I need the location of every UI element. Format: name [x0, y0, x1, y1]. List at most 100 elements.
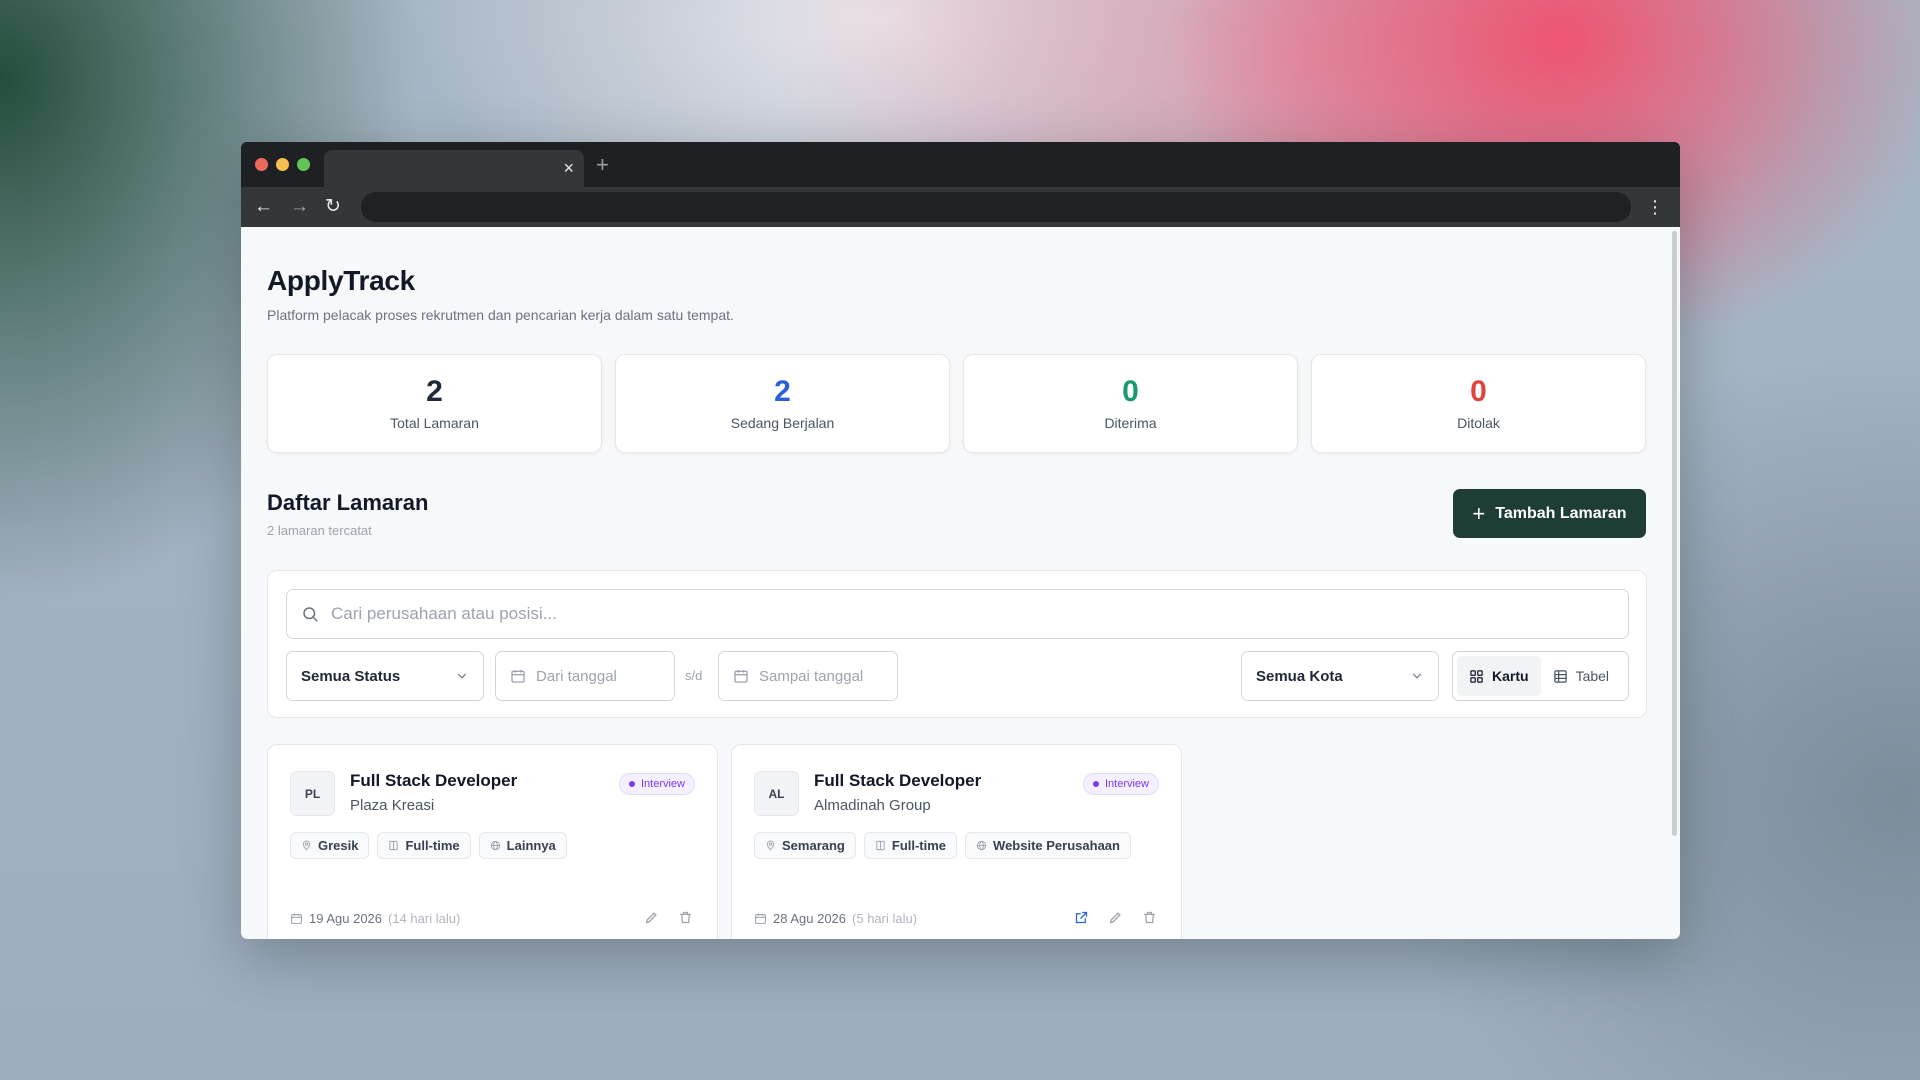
view-table-button[interactable]: Tabel	[1541, 656, 1621, 696]
calendar-icon	[291, 913, 302, 924]
plus-icon: +	[1472, 500, 1486, 526]
stat-card-rejected: 0 Ditolak	[1311, 354, 1646, 453]
date-range-separator: s/d	[685, 668, 703, 683]
edit-icon[interactable]	[1105, 907, 1125, 927]
application-card[interactable]: PL Full Stack Developer Plaza Kreasi Int…	[267, 744, 718, 939]
stat-label: Sedang Berjalan	[730, 415, 835, 431]
city-select[interactable]: Semua Kota	[1241, 651, 1439, 701]
date-relative: (14 hari lalu)	[388, 911, 461, 926]
tag-label: Website Perusahaan	[993, 838, 1120, 853]
status-dot-icon	[1092, 781, 1099, 787]
grid-icon	[1470, 669, 1483, 683]
tab-close-icon[interactable]: ×	[563, 158, 574, 178]
tag-location: Gresik	[290, 832, 370, 859]
calendar-icon	[755, 913, 766, 924]
company-name: Plaza Kreasi	[350, 797, 435, 814]
company-avatar: AL	[754, 771, 799, 816]
stat-label: Ditolak	[1457, 415, 1500, 431]
application-card[interactable]: AL Full Stack Developer Almadinah Group …	[731, 744, 1182, 939]
edit-icon[interactable]	[641, 907, 661, 927]
status-select[interactable]: Semua Status	[286, 651, 484, 701]
browser-toolbar: ← → ↻ ⋮	[241, 187, 1680, 227]
page-scrollbar[interactable]	[1672, 231, 1677, 836]
status-label: Interview	[1104, 778, 1149, 790]
reload-icon[interactable]: ↻	[325, 196, 341, 218]
tag-label: Semarang	[782, 838, 845, 853]
job-title: Full Stack Developer	[814, 771, 982, 790]
tag-label: Full-time	[891, 838, 947, 853]
status-label: Interview	[640, 778, 685, 790]
page-content: ApplyTrack Platform pelacak proses rekru…	[241, 227, 1680, 939]
date-value: 28 Agu 2026	[773, 911, 847, 926]
calendar-icon	[511, 670, 525, 683]
globe-icon	[490, 840, 500, 851]
company-avatar: PL	[290, 771, 335, 816]
view-table-label: Tabel	[1575, 668, 1610, 684]
new-tab-icon[interactable]: +	[596, 154, 609, 176]
browser-titlebar: × +	[241, 142, 1680, 187]
stat-card-in-progress: 2 Sedang Berjalan	[615, 354, 950, 453]
status-badge: Interview	[1082, 773, 1159, 795]
search-input[interactable]: Cari perusahaan atau posisi...	[286, 589, 1629, 639]
stat-value: 2	[774, 375, 791, 408]
tag-label: Lainnya	[506, 838, 556, 853]
tag-employment-type: Full-time	[863, 832, 958, 859]
trash-icon[interactable]	[675, 907, 695, 927]
tag-label: Full-time	[405, 838, 460, 853]
to-date-input[interactable]: Sampai tanggal	[718, 651, 898, 701]
globe-icon	[976, 840, 987, 851]
window-close-button[interactable]	[255, 158, 268, 171]
stat-value: 2	[426, 375, 443, 408]
stat-value: 0	[1470, 375, 1487, 408]
app-title: ApplyTrack	[267, 265, 415, 296]
to-date-placeholder: Sampai tanggal	[759, 667, 864, 685]
city-select-value: Semua Kota	[1256, 667, 1343, 685]
stat-label: Total Lamaran	[390, 415, 479, 431]
from-date-placeholder: Dari tanggal	[536, 667, 617, 685]
browser-tab[interactable]: ×	[324, 150, 584, 187]
filter-panel: Cari perusahaan atau posisi... Semua Sta…	[267, 570, 1647, 718]
tag-source: Lainnya	[478, 832, 567, 859]
browser-window: × + ← → ↻ ⋮ ApplyTrack Platform pelacak …	[241, 142, 1680, 939]
view-toggle: Kartu Tabel	[1452, 651, 1629, 701]
tag-label: Gresik	[318, 838, 359, 853]
tag-location: Semarang	[754, 832, 856, 859]
window-maximize-button[interactable]	[297, 158, 310, 171]
stat-card-accepted: 0 Diterima	[963, 354, 1298, 453]
table-icon	[1553, 669, 1567, 683]
chevron-down-icon	[1412, 673, 1422, 679]
view-card-label: Kartu	[1492, 668, 1529, 684]
from-date-input[interactable]: Dari tanggal	[495, 651, 675, 701]
search-placeholder: Cari perusahaan atau posisi...	[331, 604, 557, 623]
browser-menu-icon[interactable]: ⋮	[1646, 196, 1664, 218]
app-subtitle: Platform pelacak proses rekrutmen dan pe…	[267, 307, 734, 323]
forward-arrow-icon[interactable]: →	[290, 196, 309, 218]
address-bar[interactable]	[361, 192, 1631, 222]
date-relative: (5 hari lalu)	[852, 911, 918, 926]
card-actions	[641, 907, 695, 927]
chevron-down-icon	[457, 673, 467, 679]
calendar-icon	[734, 670, 748, 683]
external-link-icon[interactable]	[1071, 907, 1091, 927]
date-value: 19 Agu 2026	[309, 911, 383, 926]
company-name: Almadinah Group	[814, 797, 931, 814]
view-card-button[interactable]: Kartu	[1457, 656, 1541, 696]
stat-value: 0	[1122, 375, 1139, 408]
map-pin-icon	[302, 840, 311, 851]
trash-icon[interactable]	[1139, 907, 1159, 927]
tag-list: Gresik Full-time Lainnya	[290, 832, 567, 859]
status-badge: Interview	[618, 773, 695, 795]
tag-list: Semarang Full-time Website Perusahaan	[754, 832, 1131, 859]
applied-date: 19 Agu 2026 (14 hari lalu)	[290, 911, 460, 926]
window-minimize-button[interactable]	[276, 158, 289, 171]
stat-label: Diterima	[1104, 415, 1157, 431]
back-arrow-icon[interactable]: ←	[254, 196, 273, 218]
status-select-value: Semua Status	[301, 667, 401, 685]
building-icon	[389, 840, 399, 851]
tag-employment-type: Full-time	[377, 832, 471, 859]
status-dot-icon	[628, 781, 635, 787]
add-application-button[interactable]: + Tambah Lamaran	[1453, 489, 1646, 538]
section-subtitle: 2 lamaran tercatat	[267, 523, 372, 538]
applied-date: 28 Agu 2026 (5 hari lalu)	[754, 911, 917, 926]
job-title: Full Stack Developer	[350, 771, 518, 790]
